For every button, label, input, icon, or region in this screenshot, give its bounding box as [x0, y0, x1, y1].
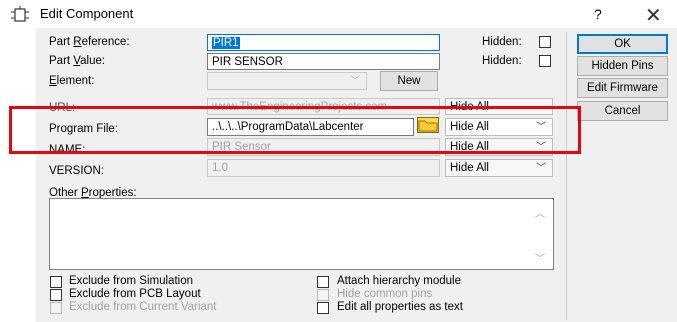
chevron-down-icon: ﹀ [350, 76, 360, 87]
hidden-label-1: Hidden: [482, 36, 522, 48]
other-properties-textarea[interactable]: ︿ ﹀ [49, 198, 554, 270]
hidden-pins-button[interactable]: Hidden Pins [577, 56, 668, 76]
component-icon [10, 6, 30, 24]
part-reference-label: Part Reference: [49, 36, 130, 48]
part-reference-value: PIR1 [212, 37, 240, 49]
edit-all-as-text-checkbox[interactable] [317, 302, 329, 314]
edit-firmware-button[interactable]: Edit Firmware [577, 78, 668, 98]
part-value-input[interactable]: PIR SENSOR [207, 53, 440, 70]
new-button[interactable]: New [380, 71, 438, 91]
version-input[interactable]: 1.0 [207, 159, 440, 177]
chevron-down-icon: ﹀ [536, 163, 546, 174]
hide-common-pins-label: Hide common pins [337, 288, 433, 300]
exclude-pcb-checkbox[interactable] [50, 289, 62, 301]
window-title: Edit Component [40, 6, 134, 21]
cancel-button[interactable]: Cancel [577, 101, 668, 121]
element-label: Element: [49, 75, 95, 87]
attach-hierarchy-checkbox[interactable] [317, 276, 329, 288]
version-visibility-select[interactable]: Hide All ﹀ [445, 159, 553, 177]
hidden-label-2: Hidden: [482, 55, 522, 67]
close-button[interactable]: ✕ [645, 3, 662, 28]
attach-hierarchy-label: Attach hierarchy module [337, 275, 462, 287]
version-label: VERSION: [49, 165, 104, 177]
exclude-variant-checkbox[interactable] [50, 302, 62, 314]
scroll-down-icon[interactable]: ﹀ [535, 250, 545, 265]
scroll-up-icon[interactable]: ︿ [535, 205, 545, 220]
version-visibility-value: Hide All [450, 162, 489, 174]
part-value-label: Part Value: [49, 55, 106, 67]
vertical-separator [566, 32, 567, 320]
exclude-simulation-label: Exclude from Simulation [69, 275, 193, 287]
exclude-pcb-label: Exclude from PCB Layout [69, 288, 201, 300]
hide-common-pins-checkbox[interactable] [317, 289, 329, 301]
exclude-simulation-checkbox[interactable] [50, 276, 62, 288]
part-value-hidden-checkbox[interactable] [539, 55, 551, 67]
element-select[interactable]: ﹀ [207, 72, 367, 90]
part-reference-hidden-checkbox[interactable] [539, 36, 551, 48]
edit-all-as-text-label: Edit all properties as text [337, 301, 463, 313]
help-button[interactable]: ? [594, 6, 602, 22]
ok-button[interactable]: OK [577, 34, 668, 54]
exclude-variant-label: Exclude from Current Variant [69, 301, 217, 313]
highlight-box [9, 106, 581, 154]
part-reference-input[interactable]: PIR1 [207, 34, 440, 51]
